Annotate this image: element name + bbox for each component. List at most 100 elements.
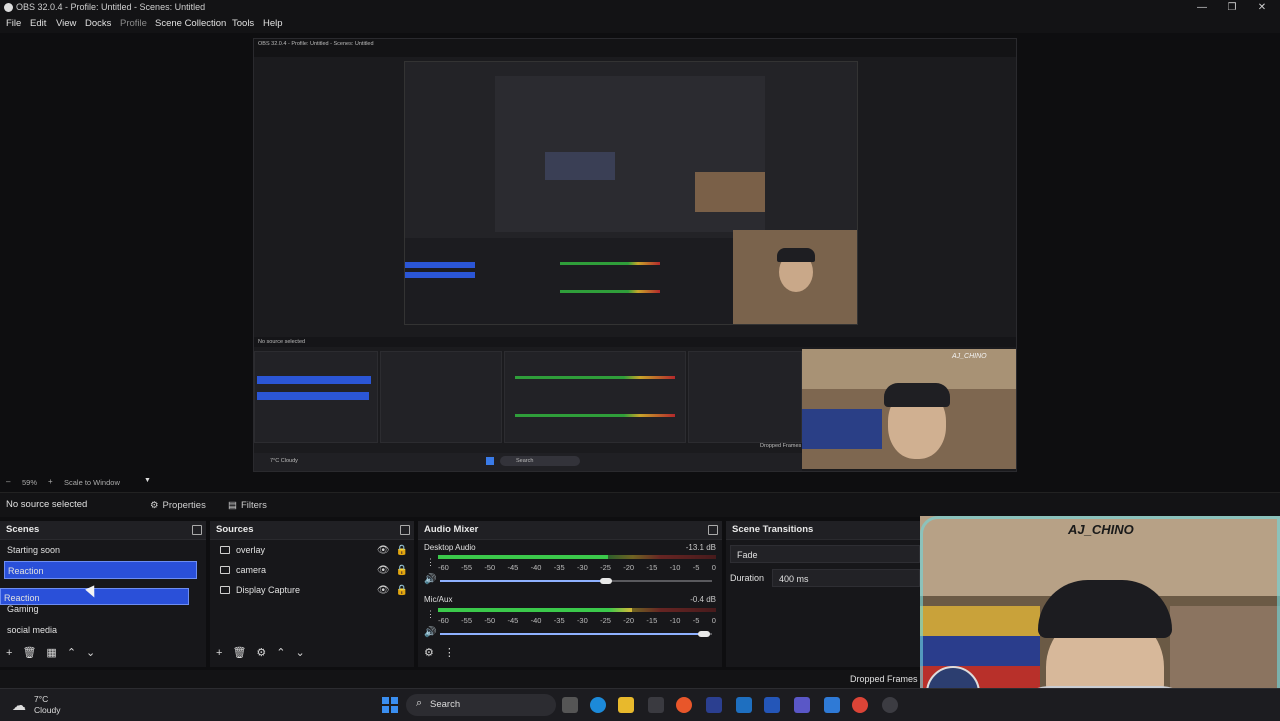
- maximize-button[interactable]: ❐: [1218, 0, 1246, 16]
- volume-slider-desktop[interactable]: [440, 578, 712, 584]
- taskbar-search-box[interactable]: ⌕ Search: [406, 694, 556, 716]
- sources-header: Sources: [210, 521, 414, 540]
- move-scene-down-button[interactable]: ⌄: [86, 646, 95, 660]
- filters-button[interactable]: ▤ Filters: [228, 497, 267, 513]
- audio-mixer-undock-icon[interactable]: [708, 525, 718, 535]
- app-blue-icon[interactable]: [736, 697, 752, 713]
- scene-item-starting-soon[interactable]: Starting soon: [4, 541, 197, 559]
- context-status: No source selected: [6, 499, 88, 510]
- source-row-camera[interactable]: camera 👁 🔒: [216, 561, 408, 579]
- menu-profile[interactable]: Profile: [120, 18, 147, 29]
- scene-item-reaction-selected[interactable]: Reaction: [4, 561, 197, 579]
- channel-menu-icon[interactable]: ⋮: [426, 609, 435, 620]
- add-scene-button[interactable]: +: [6, 646, 12, 660]
- source-row-display-capture[interactable]: Display Capture 👁 🔒: [216, 581, 408, 599]
- scene-item-gaming[interactable]: Gaming: [4, 601, 197, 617]
- display-icon: [220, 586, 230, 594]
- visibility-eye-icon[interactable]: 👁: [377, 585, 390, 596]
- volume-knob-mic[interactable]: [698, 631, 710, 637]
- transitions-title: Scene Transitions: [732, 524, 814, 535]
- scenes-toolbar: + 🗑 ▦ ⌃ ⌄: [0, 645, 206, 661]
- task-view-icon[interactable]: [562, 697, 578, 713]
- scene-filters-button[interactable]: ▦: [46, 646, 56, 660]
- nested-inner-cap: [777, 248, 815, 262]
- obs-taskbar-icon[interactable]: [882, 697, 898, 713]
- app-b-icon[interactable]: [706, 697, 722, 713]
- lock-icon[interactable]: 🔒: [396, 545, 408, 556]
- duration-input[interactable]: 400 ms: [772, 569, 920, 587]
- weather-cloud-icon: ☁: [12, 697, 26, 713]
- nested-obs-capture: OBS 32.0.4 - Profile: Untitled - Scenes:…: [253, 38, 1017, 472]
- move-source-up-button[interactable]: ⌃: [276, 646, 285, 660]
- source-row-overlay[interactable]: overlay 👁 🔒: [216, 541, 408, 559]
- channel-menu-icon[interactable]: ⋮: [426, 557, 435, 568]
- windows-start-icon[interactable]: [382, 697, 398, 713]
- audio-settings-icon[interactable]: ⚙: [424, 646, 434, 660]
- teams-icon[interactable]: [794, 697, 810, 713]
- sources-title: Sources: [216, 524, 254, 535]
- scenes-dock: Scenes Starting soon Reaction Reaction G…: [0, 521, 206, 667]
- transition-type-select[interactable]: Fade: [730, 545, 920, 563]
- sources-undock-icon[interactable]: [400, 525, 410, 535]
- firefox-icon[interactable]: [676, 697, 692, 713]
- remove-scene-button[interactable]: 🗑: [22, 646, 36, 660]
- chrome-icon[interactable]: [852, 697, 868, 713]
- remove-source-button[interactable]: 🗑: [232, 646, 246, 660]
- audio-mixer-dock: Audio Mixer Desktop Audio -13.1 dB ⋮ -60…: [418, 521, 722, 667]
- sources-toolbar: + 🗑 ⚙ ⌃ ⌄: [210, 645, 414, 661]
- move-source-down-button[interactable]: ⌄: [296, 646, 305, 660]
- lock-icon[interactable]: 🔒: [396, 585, 408, 596]
- visibility-eye-icon[interactable]: 👁: [377, 565, 390, 576]
- source-properties-button[interactable]: ⚙: [256, 646, 266, 660]
- lock-icon[interactable]: 🔒: [396, 565, 408, 576]
- weather-temp[interactable]: 7°C: [34, 694, 48, 704]
- menu-scene-collection[interactable]: Scene Collection: [155, 18, 226, 29]
- add-source-button[interactable]: +: [216, 646, 222, 660]
- close-button[interactable]: ✕: [1248, 0, 1276, 16]
- duration-label: Duration: [730, 573, 765, 583]
- file-explorer-icon[interactable]: [618, 697, 634, 713]
- nested-inner-scene-sel: [405, 262, 475, 268]
- scale-mode-chevron-icon[interactable]: ▼: [144, 477, 151, 484]
- menu-help[interactable]: Help: [263, 18, 283, 29]
- source-name: Display Capture: [236, 585, 301, 595]
- channel-db-desktop: -13.1 dB: [685, 543, 716, 552]
- properties-button[interactable]: ⚙ Properties: [150, 497, 206, 513]
- nested-webcam-flag: [802, 409, 882, 449]
- meter-desktop-level: [438, 555, 608, 559]
- scene-transitions-dock: Scene Transitions Fade Duration 400 ms: [726, 521, 920, 667]
- volume-knob-desktop[interactable]: [600, 578, 612, 584]
- scenes-undock-icon[interactable]: [192, 525, 202, 535]
- menu-edit[interactable]: Edit: [30, 18, 46, 29]
- scale-mode-select[interactable]: Scale to Window: [64, 478, 120, 487]
- nested-inner-cam: [695, 172, 765, 212]
- nested-inner-scene-sel-2: [405, 272, 475, 278]
- camera-icon: [220, 566, 230, 574]
- menu-view[interactable]: View: [56, 18, 76, 29]
- menu-tools[interactable]: Tools: [232, 18, 254, 29]
- minimize-button[interactable]: —: [1188, 0, 1216, 16]
- volume-slider-mic[interactable]: [440, 631, 712, 637]
- nested-transitions-dock: [688, 351, 802, 443]
- app-photos-icon[interactable]: [824, 697, 840, 713]
- menu-file[interactable]: File: [6, 18, 21, 29]
- zoom-out-button[interactable]: –: [6, 477, 10, 486]
- speaker-icon[interactable]: 🔊: [424, 627, 436, 638]
- word-icon[interactable]: [764, 697, 780, 713]
- nested-menu: [254, 49, 1016, 57]
- store-icon[interactable]: [648, 697, 664, 713]
- title-bar: OBS 32.0.4 - Profile: Untitled - Scenes:…: [0, 0, 1280, 16]
- move-scene-up-button[interactable]: ⌃: [67, 646, 76, 660]
- speaker-icon[interactable]: 🔊: [424, 574, 436, 585]
- visibility-eye-icon[interactable]: 👁: [377, 545, 390, 556]
- weather-desc[interactable]: Cloudy: [34, 705, 60, 715]
- filter-icon: ▤: [228, 499, 237, 511]
- edge-browser-icon[interactable]: [590, 697, 606, 713]
- zoom-level: 59%: [22, 478, 38, 487]
- audio-menu-icon[interactable]: ⋮: [444, 646, 455, 660]
- scenes-title: Scenes: [6, 524, 40, 535]
- scene-item-social-media[interactable]: social media: [4, 621, 197, 639]
- window-title: OBS 32.0.4 - Profile: Untitled - Scenes:…: [16, 2, 206, 12]
- menu-docks[interactable]: Docks: [85, 18, 111, 29]
- zoom-in-button[interactable]: +: [48, 477, 53, 486]
